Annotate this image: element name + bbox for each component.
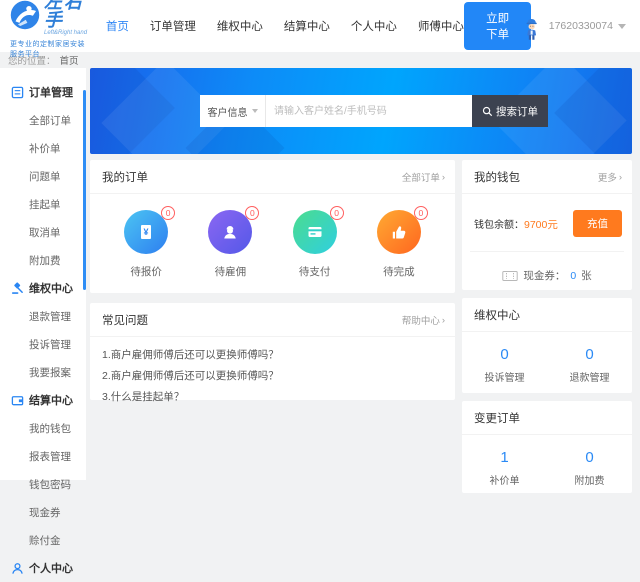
- coupon-ticket-icon: [502, 270, 518, 282]
- sidebar: 订单管理 全部订单 补价单 问题单 挂起单 取消单 附加费 维权中心 退款管理 …: [0, 68, 86, 480]
- status-pending-hire[interactable]: 0 待雇佣: [208, 210, 252, 279]
- order-search-bar: 客户信息 搜索订单: [200, 95, 548, 127]
- sidebar-section-settlement-center[interactable]: 结算中心: [0, 386, 86, 414]
- logo: 左右手 Left&Right hand 更专业的定制家居安装服务平台: [10, 0, 88, 59]
- gavel-icon: [11, 282, 24, 295]
- wallet-more-link[interactable]: 更多 ›: [598, 170, 622, 184]
- thumbs-up-icon: [389, 222, 409, 242]
- logo-subtitle: Left&Right hand: [44, 30, 88, 36]
- wallet-title: 我的钱包: [474, 169, 520, 185]
- faq-question[interactable]: 2.商户雇佣师傅后还可以更换师傅吗？: [102, 366, 443, 387]
- stat-complaints[interactable]: 0 投诉管理: [462, 346, 547, 384]
- wallet-card: 我的钱包 更多 › 钱包余额：9700元 充值 现金券： 0张: [462, 160, 632, 290]
- wallet-balance-value: 9700元: [524, 219, 558, 231]
- sidebar-item-cancelled-orders[interactable]: 取消单: [0, 218, 86, 246]
- nav-item-profile[interactable]: 个人中心: [351, 18, 397, 34]
- chevron-down-icon: [252, 109, 258, 113]
- sidebar-section-rights-center[interactable]: 维权中心: [0, 274, 86, 302]
- sidebar-section-personal-center[interactable]: 个人中心: [0, 554, 86, 582]
- status-badge: 0: [245, 206, 259, 220]
- all-orders-link[interactable]: 全部订单 ›: [402, 170, 445, 184]
- sidebar-item-all-orders[interactable]: 全部订单: [0, 106, 86, 134]
- stat-refunds[interactable]: 0 退款管理: [547, 346, 632, 384]
- sidebar-item-my-wallet[interactable]: 我的钱包: [0, 414, 86, 442]
- help-center-link[interactable]: 帮助中心 ›: [402, 313, 445, 327]
- status-pending-completion[interactable]: 0 待完成: [377, 210, 421, 279]
- account-menu[interactable]: 17620330074: [549, 20, 626, 32]
- sidebar-item-refund-management[interactable]: 退款管理: [0, 302, 86, 330]
- my-orders-title: 我的订单: [102, 169, 148, 185]
- nav-item-orders[interactable]: 订单管理: [150, 18, 196, 34]
- sidebar-item-problem-orders[interactable]: 问题单: [0, 162, 86, 190]
- bank-card-icon: [305, 222, 325, 242]
- sidebar-item-report-case[interactable]: 我要报案: [0, 358, 86, 386]
- faq-question[interactable]: 3.什么是挂起单？: [102, 387, 443, 408]
- place-order-button[interactable]: 立即下单: [464, 2, 532, 50]
- main-nav: 首页 订单管理 维权中心 结算中心 个人中心 师傅中心: [106, 18, 464, 34]
- sidebar-item-suspended-orders[interactable]: 挂起单: [0, 190, 86, 218]
- chevron-right-icon: ›: [619, 172, 622, 183]
- stat-price-supplement[interactable]: 1 补价单: [462, 449, 547, 487]
- faq-title: 常见问题: [102, 312, 148, 328]
- chevron-right-icon: ›: [442, 315, 445, 326]
- sidebar-item-surcharge[interactable]: 附加费: [0, 246, 86, 274]
- faq-question[interactable]: 1.商户雇佣师傅后还可以更换师傅吗？: [102, 345, 443, 366]
- sidebar-item-report-management[interactable]: 报表管理: [0, 442, 86, 470]
- logo-emblem-icon: [10, 0, 40, 30]
- rights-title: 维权中心: [474, 307, 520, 323]
- coupon-count[interactable]: 0: [570, 270, 576, 282]
- status-badge: 0: [161, 206, 175, 220]
- order-doc-icon: [11, 86, 24, 99]
- mascot-worker-icon: [525, 7, 538, 51]
- coupon-label: 现金券：: [523, 268, 565, 283]
- stat-surcharge[interactable]: 0 附加费: [547, 449, 632, 487]
- order-changes-card: 变更订单 1 补价单 0 附加费: [462, 401, 632, 493]
- logo-title: 左右手: [44, 0, 88, 29]
- sidebar-section-order-management[interactable]: 订单管理: [0, 78, 86, 106]
- wallet-icon: [11, 394, 24, 407]
- account-phone: 17620330074: [549, 20, 613, 32]
- right-column: 我的钱包 更多 › 钱包余额：9700元 充值 现金券： 0张: [462, 160, 632, 493]
- search-icon: [482, 106, 493, 117]
- sidebar-item-credit-fund[interactable]: 赊付金: [0, 526, 86, 554]
- status-pending-quote[interactable]: ¥ 0 待报价: [124, 210, 168, 279]
- worker-icon: [220, 222, 240, 242]
- sidebar-item-price-supplement[interactable]: 补价单: [0, 134, 86, 162]
- status-badge: 0: [330, 206, 344, 220]
- search-category-select[interactable]: 客户信息: [200, 95, 266, 127]
- user-icon: [11, 562, 24, 575]
- status-badge: 0: [414, 206, 428, 220]
- svg-text:¥: ¥: [144, 227, 149, 237]
- rights-center-card: 维权中心 0 投诉管理 0 退款管理: [462, 298, 632, 393]
- sidebar-item-cash-coupon[interactable]: 现金券: [0, 498, 86, 526]
- sidebar-item-wallet-password[interactable]: 钱包密码: [0, 470, 86, 498]
- chevron-right-icon: ›: [442, 172, 445, 183]
- left-column: 我的订单 全部订单 › ¥ 0 待报价: [90, 160, 455, 400]
- chevron-down-icon: [618, 24, 626, 29]
- top-header: 左右手 Left&Right hand 更专业的定制家居安装服务平台 首页 订单…: [0, 0, 640, 52]
- quote-receipt-icon: ¥: [136, 222, 156, 242]
- changes-title: 变更订单: [474, 410, 520, 426]
- search-banner: 客户信息 搜索订单: [90, 68, 632, 154]
- breadcrumb: 您的位置： 首页: [0, 52, 640, 68]
- status-pending-payment[interactable]: 0 待支付: [293, 210, 337, 279]
- main-content: 客户信息 搜索订单 我的订单 全部订单 ›: [90, 68, 632, 480]
- faq-card: 常见问题 帮助中心 › 1.商户雇佣师傅后还可以更换师傅吗？ 2.商户雇佣师傅后…: [90, 303, 455, 400]
- my-orders-card: 我的订单 全部订单 › ¥ 0 待报价: [90, 160, 455, 293]
- nav-item-master[interactable]: 师傅中心: [418, 18, 464, 34]
- wallet-balance-label: 钱包余额：: [474, 220, 524, 231]
- nav-item-rights[interactable]: 维权中心: [217, 18, 263, 34]
- search-input[interactable]: [266, 95, 472, 127]
- coupon-unit: 张: [581, 268, 592, 283]
- logo-tagline: 更专业的定制家居安装服务平台: [10, 39, 88, 59]
- search-order-button[interactable]: 搜索订单: [472, 95, 548, 127]
- sidebar-item-complaint-management[interactable]: 投诉管理: [0, 330, 86, 358]
- nav-item-home[interactable]: 首页: [106, 18, 129, 34]
- nav-item-settlement[interactable]: 结算中心: [284, 18, 330, 34]
- sidebar-scrollbar[interactable]: [83, 90, 86, 290]
- recharge-button[interactable]: 充值: [573, 210, 622, 237]
